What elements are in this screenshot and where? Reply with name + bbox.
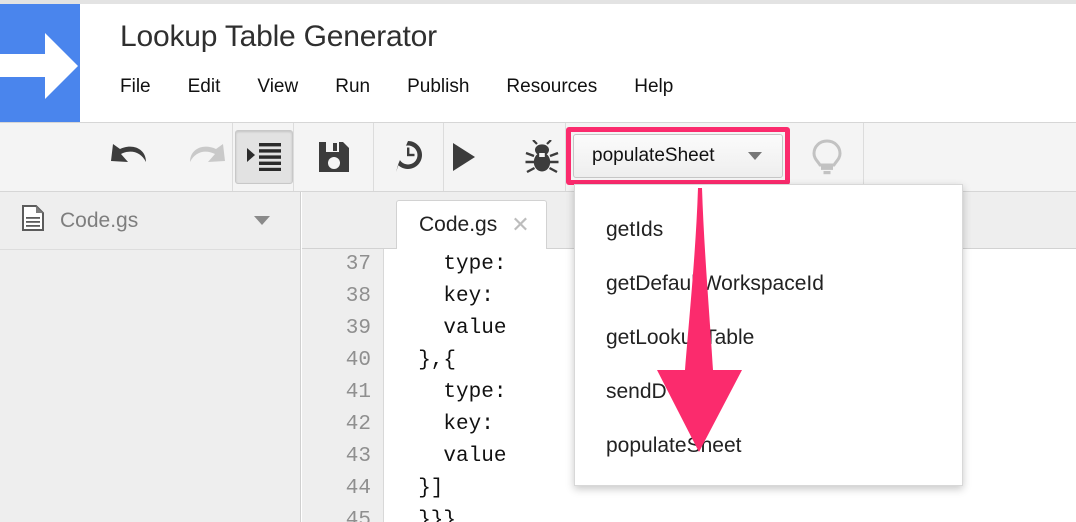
line-number: 44	[345, 477, 371, 500]
file-icon	[22, 205, 44, 236]
apps-script-editor-window: Lookup Table Generator File Edit View Ru…	[0, 0, 1076, 522]
undo-redo-group	[103, 123, 233, 191]
dropdown-item-getdefaultworkspaceid[interactable]: getDefaultWorkspaceId	[606, 273, 824, 294]
indent-icon	[246, 143, 281, 171]
right-arrow-logo-icon	[0, 33, 78, 99]
dropdown-item-populatesheet[interactable]: populateSheet	[606, 435, 741, 456]
undo-icon	[110, 144, 146, 162]
editor-tab-label: Code.gs	[419, 213, 498, 236]
line-number: 45	[345, 509, 371, 522]
file-sidebar: Code.gs	[0, 192, 301, 522]
lightbulb-button[interactable]	[812, 139, 842, 175]
menu-item-file[interactable]: File	[120, 76, 151, 98]
menu-item-edit[interactable]: Edit	[188, 76, 221, 98]
line-number: 39	[345, 317, 371, 340]
lightbulb-group	[791, 123, 864, 191]
line-number: 37	[345, 253, 371, 276]
version-history-button[interactable]	[391, 139, 427, 175]
save-group	[295, 123, 374, 191]
line-number: 40	[345, 349, 371, 372]
indent-group	[234, 123, 294, 191]
menu-item-help[interactable]: Help	[634, 76, 673, 98]
chevron-down-icon[interactable]	[254, 216, 270, 225]
run-button[interactable]	[451, 142, 477, 172]
sidebar-item-code-gs[interactable]: Code.gs	[0, 192, 300, 250]
line-number: 38	[345, 285, 371, 308]
header: Lookup Table Generator File Edit View Ru…	[80, 4, 1076, 122]
lightbulb-icon	[812, 139, 842, 175]
function-selector-highlight	[566, 127, 790, 185]
redo-button[interactable]	[186, 140, 228, 174]
sidebar-file-name: Code.gs	[60, 208, 139, 232]
menu-item-publish[interactable]: Publish	[407, 76, 469, 98]
indent-button[interactable]	[234, 130, 293, 184]
save-button[interactable]	[317, 140, 351, 174]
version-history-group	[375, 123, 444, 191]
code-line: }}}	[393, 509, 457, 522]
dropdown-item-getlookuptable[interactable]: getLookupTable	[606, 327, 754, 348]
menu-item-view[interactable]: View	[257, 76, 298, 98]
line-number: 42	[345, 413, 371, 436]
function-dropdown-menu: getIds getDefaultWorkspaceId getLookupTa…	[574, 184, 963, 486]
menu-item-run[interactable]: Run	[335, 76, 370, 98]
save-icon	[319, 142, 349, 172]
line-number: 41	[345, 381, 371, 404]
dropdown-item-getids[interactable]: getIds	[606, 219, 663, 240]
redo-icon	[189, 144, 225, 162]
dropdown-item-sendd[interactable]: sendD	[606, 381, 667, 402]
undo-button[interactable]	[108, 140, 150, 174]
run-icon	[453, 143, 475, 171]
run-debug-group	[445, 123, 566, 191]
version-history-icon	[396, 141, 422, 172]
editor-tab-code-gs[interactable]: Code.gs ✕	[396, 200, 547, 249]
line-number: 43	[345, 445, 371, 468]
debug-button[interactable]	[525, 140, 559, 174]
page-title: Lookup Table Generator	[120, 20, 437, 53]
apps-script-logo[interactable]	[0, 4, 80, 122]
line-number-gutter: 37 38 39 40 41 42 43 44 45	[302, 249, 384, 522]
toolbar	[0, 122, 1076, 192]
menubar: File Edit View Run Publish Resources Hel…	[120, 76, 673, 98]
menu-item-resources[interactable]: Resources	[506, 76, 597, 98]
debug-icon	[525, 140, 559, 174]
close-icon[interactable]: ✕	[511, 214, 529, 236]
